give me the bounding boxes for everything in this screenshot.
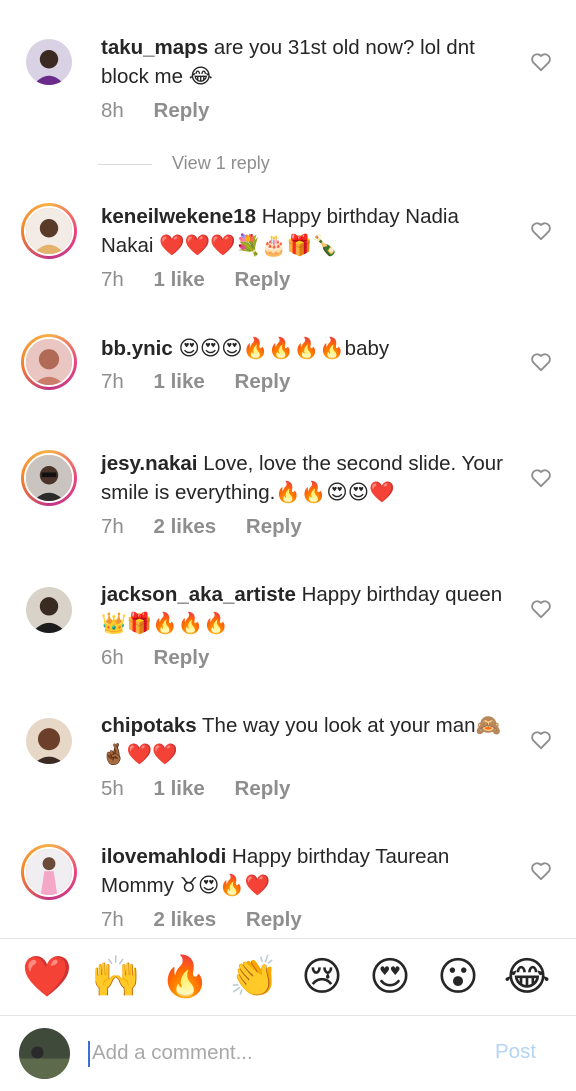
avatar-image [26, 718, 72, 764]
comment-time: 7h [101, 268, 124, 291]
heart-outline-icon[interactable] [530, 730, 552, 750]
comment-username[interactable]: ilovemahlodi [101, 845, 226, 868]
current-user-avatar [19, 1028, 70, 1079]
comment-meta: 7h 1 like Reply [101, 370, 314, 394]
avatar[interactable] [21, 203, 77, 259]
heart-outline-icon[interactable] [530, 861, 552, 881]
emoji-fire-button[interactable]: 🔥 [160, 953, 210, 1001]
comment-meta: 8h Reply [101, 99, 233, 123]
reply-button[interactable]: Reply [246, 515, 302, 538]
comment-username[interactable]: keneilwekene18 [101, 205, 256, 228]
comment-likes[interactable]: 2 likes [154, 908, 217, 931]
heart-outline-icon[interactable] [530, 352, 552, 372]
avatar[interactable] [21, 844, 77, 900]
comment-time: 5h [101, 777, 124, 800]
comment-input[interactable] [92, 1038, 472, 1068]
comment-text: jackson_aka_artiste Happy birthday queen… [101, 580, 511, 638]
comment-likes[interactable]: 2 likes [154, 515, 217, 538]
heart-outline-icon[interactable] [530, 52, 552, 72]
emoji-laugh-button[interactable]: 😂 [503, 953, 551, 1001]
comment-username[interactable]: jackson_aka_artiste [101, 583, 296, 606]
comment-username[interactable]: bb.ynic [101, 337, 173, 360]
comment-time: 7h [101, 908, 124, 931]
heart-outline-icon[interactable] [530, 599, 552, 619]
comment-username[interactable]: jesy.nakai [101, 452, 198, 475]
comment-text: chipotaks The way you look at your man🙈🤞… [101, 711, 511, 769]
emoji-clap-button[interactable]: 👏 [229, 953, 279, 1001]
comment-likes[interactable]: 1 like [154, 777, 205, 800]
avatar[interactable] [21, 713, 77, 769]
avatar-image [26, 455, 72, 501]
reply-button[interactable]: Reply [235, 777, 291, 800]
comment-time: 6h [101, 646, 124, 669]
comment-composer: Post [0, 1016, 576, 1091]
heart-outline-icon[interactable] [530, 221, 552, 241]
comment-text: jesy.nakai Love, love the second slide. … [101, 449, 511, 507]
comment-username[interactable]: chipotaks [101, 714, 197, 737]
avatar[interactable] [21, 582, 77, 638]
avatar-image [26, 849, 72, 895]
avatar[interactable] [21, 450, 77, 506]
comment-text: keneilwekene18 Happy birthday Nadia Naka… [101, 202, 511, 260]
comment-meta: 7h 2 likes Reply [101, 515, 326, 539]
divider [98, 163, 152, 165]
emoji-reaction-bar: ❤️ 🙌 🔥 👏 😢 😍 😮 😂 [0, 938, 576, 1016]
heart-outline-icon[interactable] [530, 468, 552, 488]
avatar-image [26, 39, 72, 85]
comment-time: 8h [101, 99, 124, 122]
comment-text: bb.ynic 😍😍😍🔥🔥🔥🔥baby [101, 334, 511, 363]
reply-button[interactable]: Reply [246, 908, 302, 931]
emoji-cry-button[interactable]: 😢 [298, 953, 346, 1001]
emoji-heart-button[interactable]: ❤️ [22, 953, 72, 1001]
comment-time: 7h [101, 515, 124, 538]
reply-button[interactable]: Reply [235, 268, 291, 291]
avatar-image [26, 208, 72, 254]
reply-button[interactable]: Reply [154, 99, 210, 122]
emoji-heart-eyes-button[interactable]: 😍 [366, 953, 414, 1001]
comment-username[interactable]: taku_maps [101, 36, 208, 59]
avatar[interactable] [21, 34, 77, 90]
comment-meta: 7h 1 like Reply [101, 268, 314, 292]
comment-meta: 5h 1 like Reply [101, 777, 314, 801]
post-button[interactable]: Post [495, 1040, 536, 1064]
text-cursor [88, 1041, 90, 1067]
reply-button[interactable]: Reply [235, 370, 291, 393]
avatar-image [26, 587, 72, 633]
comment-time: 7h [101, 370, 124, 393]
reply-button[interactable]: Reply [154, 646, 210, 669]
avatar[interactable] [21, 334, 77, 390]
comment-text: ilovemahlodi Happy birthday Taurean Momm… [101, 842, 511, 900]
view-replies-button[interactable]: View 1 reply [98, 153, 270, 174]
comment-meta: 6h Reply [101, 646, 233, 670]
comment-meta: 7h 2 likes Reply [101, 908, 326, 932]
comment-text: taku_maps are you 31st old now? lol dnt … [101, 33, 511, 91]
view-replies-label: View 1 reply [172, 153, 270, 173]
avatar-image [26, 339, 72, 385]
comment-body: 😍😍😍🔥🔥🔥🔥baby [178, 337, 390, 360]
emoji-surprised-button[interactable]: 😮 [434, 953, 482, 1001]
emoji-raised-hands-button[interactable]: 🙌 [91, 953, 141, 1001]
comment-likes[interactable]: 1 like [154, 268, 205, 291]
comment-likes[interactable]: 1 like [154, 370, 205, 393]
